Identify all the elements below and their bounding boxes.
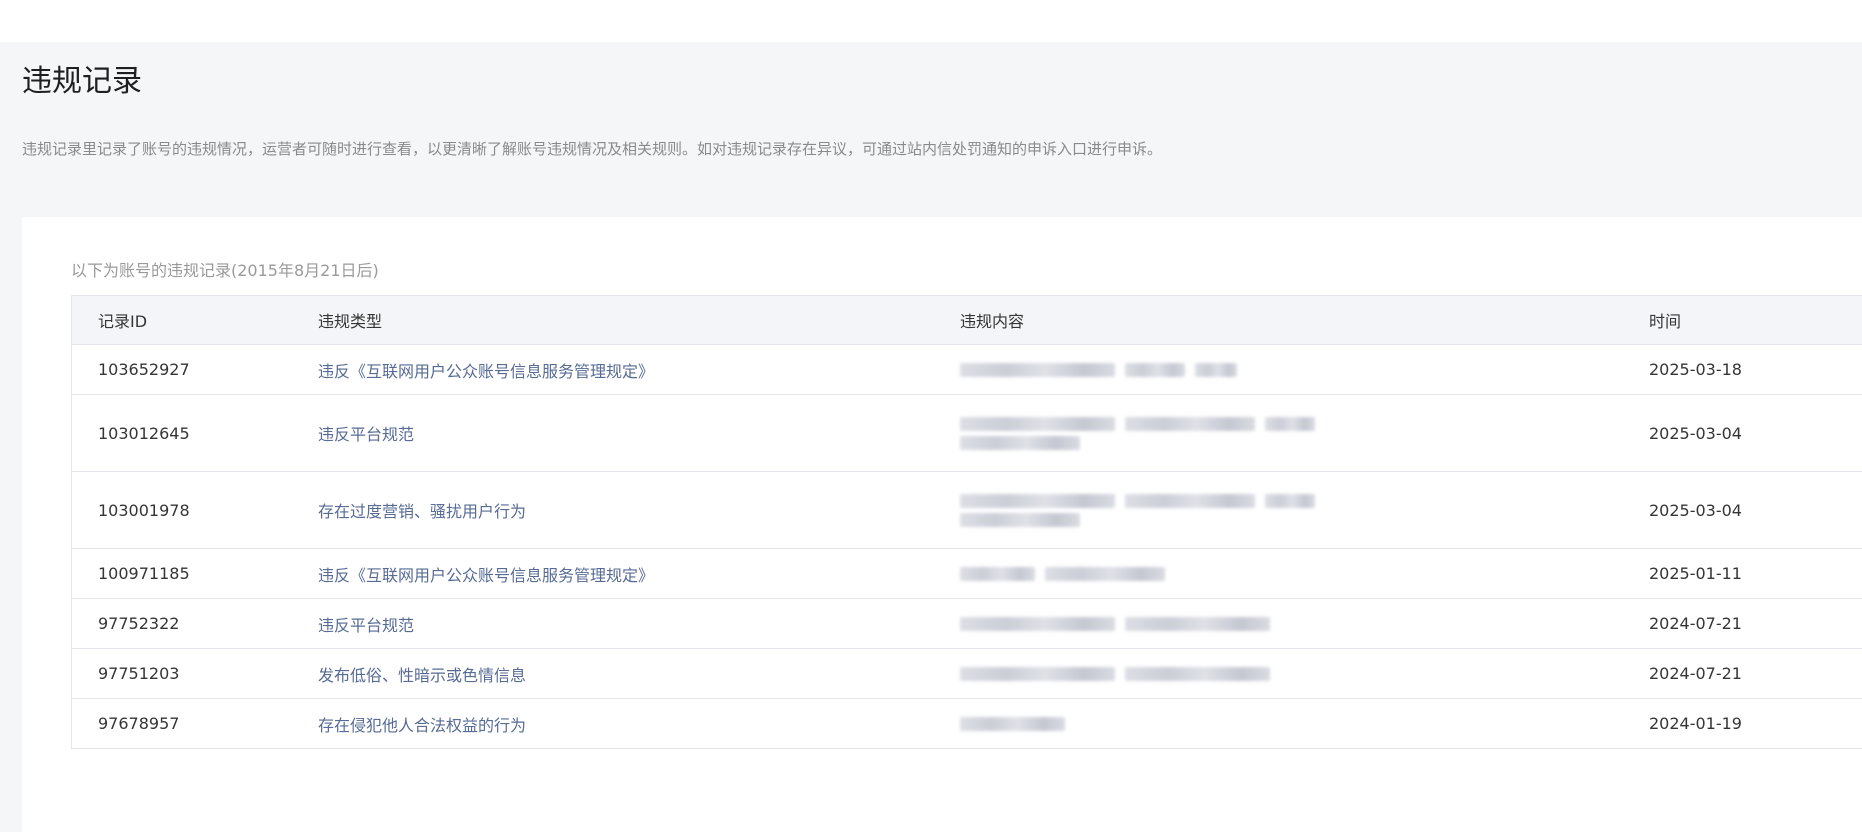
column-header-time: 时间 — [1649, 312, 1682, 331]
table-row: 97678957 存在侵犯他人合法权益的行为 2024-01-19 — [72, 699, 1862, 748]
violation-type-link[interactable]: 存在过度营销、骚扰用户行为 — [318, 472, 526, 548]
record-id: 97751203 — [98, 664, 180, 683]
violation-type-link[interactable]: 发布低俗、性暗示或色情信息 — [318, 649, 526, 698]
record-id: 103012645 — [98, 423, 190, 443]
table-row: 97752322 违反平台规范 2024-07-21 — [72, 599, 1862, 649]
records-caption: 以下为账号的违规记录(2015年8月21日后) — [71, 261, 379, 280]
record-id: 103652927 — [98, 360, 190, 379]
record-id: 103001978 — [98, 500, 190, 520]
table-row: 103001978 存在过度营销、骚扰用户行为 2025-03-04 — [72, 472, 1862, 549]
violation-content-redacted — [960, 649, 1270, 698]
record-time: 2024-07-21 — [1649, 614, 1742, 633]
column-header-id: 记录ID — [98, 312, 148, 331]
page-title: 违规记录 — [22, 64, 142, 99]
record-time: 2025-01-11 — [1649, 564, 1742, 583]
record-time: 2025-03-18 — [1649, 360, 1742, 379]
table-row: 97751203 发布低俗、性暗示或色情信息 2024-07-21 — [72, 649, 1862, 699]
column-header-content: 违规内容 — [960, 312, 1025, 331]
violation-type-link[interactable]: 违反《互联网用户公众账号信息服务管理规定》 — [318, 549, 654, 598]
record-time: 2025-03-04 — [1649, 423, 1742, 443]
violation-type-link[interactable]: 违反《互联网用户公众账号信息服务管理规定》 — [318, 345, 654, 394]
record-time: 2025-03-04 — [1649, 500, 1742, 520]
table-row: 103652927 违反《互联网用户公众账号信息服务管理规定》 2025-03-… — [72, 345, 1862, 395]
violation-type-link[interactable]: 违反平台规范 — [318, 395, 414, 471]
table-row: 103012645 违反平台规范 2025-03-04 — [72, 395, 1862, 472]
record-id: 97752322 — [98, 614, 180, 633]
violation-type-link[interactable]: 违反平台规范 — [318, 599, 414, 648]
record-time: 2024-07-21 — [1649, 664, 1742, 683]
records-table: 记录ID 违规类型 违规内容 时间 103652927 违反《互联网用户公众账号… — [71, 295, 1862, 749]
record-id: 100971185 — [98, 564, 190, 583]
records-card: 以下为账号的违规记录(2015年8月21日后) 记录ID 违规类型 违规内容 时… — [22, 217, 1862, 832]
violation-content-redacted — [960, 599, 1270, 648]
violation-content-redacted — [960, 472, 1315, 548]
page-description: 违规记录里记录了账号的违规情况，运营者可随时进行查看，以更清晰了解账号违规情况及… — [22, 140, 1163, 158]
column-header-type: 违规类型 — [318, 312, 383, 331]
table-row: 100971185 违反《互联网用户公众账号信息服务管理规定》 2025-01-… — [72, 549, 1862, 599]
record-id: 97678957 — [98, 714, 180, 733]
violation-content-redacted — [960, 699, 1065, 748]
violation-content-redacted — [960, 345, 1237, 394]
violation-content-redacted — [960, 395, 1315, 471]
table-header-row: 记录ID 违规类型 违规内容 时间 — [72, 296, 1862, 345]
violation-records-page: 违规记录 违规记录里记录了账号的违规情况，运营者可随时进行查看，以更清晰了解账号… — [0, 42, 1862, 832]
violation-type-link[interactable]: 存在侵犯他人合法权益的行为 — [318, 699, 526, 748]
record-time: 2024-01-19 — [1649, 714, 1742, 733]
violation-content-redacted — [960, 549, 1165, 598]
